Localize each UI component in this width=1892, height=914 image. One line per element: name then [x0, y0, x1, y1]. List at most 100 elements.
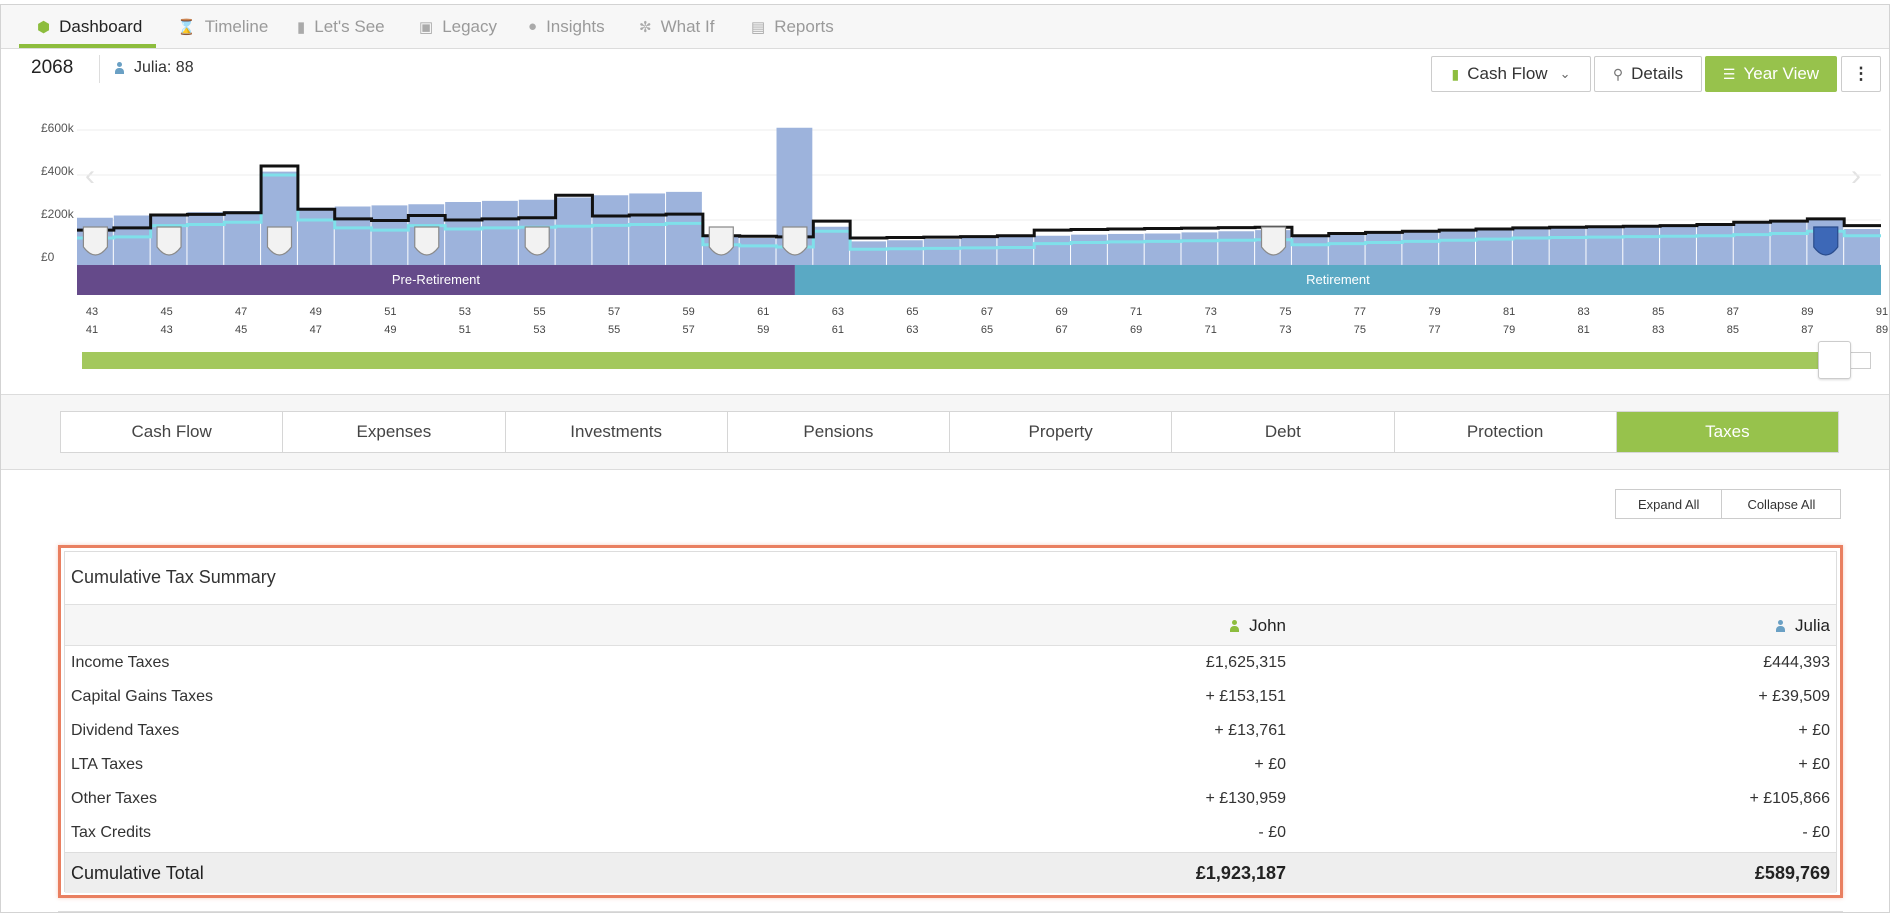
- tab-protection[interactable]: Protection: [1393, 412, 1616, 452]
- chart-bar: [371, 205, 408, 265]
- row-label: Income Taxes: [71, 654, 170, 671]
- age-tick-john: 59: [683, 306, 695, 318]
- chart-bar: [1402, 232, 1439, 265]
- nav-legacy-label: Legacy: [442, 16, 498, 36]
- lightbulb-icon: ●: [528, 18, 538, 35]
- age-tick-john: 75: [1279, 306, 1291, 318]
- chart-bar: [1512, 229, 1549, 265]
- nav-reports[interactable]: ▤ Reports: [751, 5, 834, 48]
- age-tick-julia: 55: [608, 324, 620, 336]
- julia-value: + £0: [1798, 722, 1830, 739]
- chart-bar: [481, 200, 518, 265]
- event-marker: [414, 226, 440, 256]
- panel-title: Cumulative Tax Summary: [71, 567, 276, 587]
- tab-expenses[interactable]: Expenses: [282, 412, 504, 452]
- age-tick-julia: 71: [1205, 324, 1217, 336]
- cube-icon: ⬢: [37, 18, 51, 36]
- table-row: Income Taxes £1,625,315 £444,393: [65, 646, 1836, 680]
- chart-bar: [1144, 233, 1181, 265]
- age-tick-john: 89: [1801, 306, 1813, 318]
- selected-year: 2068: [31, 57, 74, 78]
- chart-bar: [886, 240, 923, 265]
- nav-dashboard[interactable]: ⬢ Dashboard: [18, 5, 157, 48]
- total-row: Cumulative Total £1,923,187 £589,769: [65, 852, 1836, 893]
- age-tick-john: 47: [235, 306, 247, 318]
- age-tick-julia: 43: [160, 324, 172, 336]
- age-tick-john: 67: [981, 306, 993, 318]
- age-tick-julia: 79: [1503, 324, 1515, 336]
- person-icon: [1776, 620, 1786, 632]
- age-tick-john: 49: [310, 306, 322, 318]
- year-slider-handle[interactable]: [1818, 341, 1851, 379]
- event-marker: [266, 226, 293, 256]
- john-value: £1,625,315: [1205, 654, 1286, 671]
- age-tick-john: 55: [533, 306, 545, 318]
- age-tick-john: 73: [1205, 306, 1217, 318]
- nav-what-if[interactable]: ✼ What If: [639, 5, 714, 48]
- expand-collapse-group: Expand All Collapse All: [1615, 489, 1842, 519]
- age-tick-julia: 45: [235, 324, 247, 336]
- tax-summary-panel: Cumulative Tax Summary John Julia Income…: [64, 551, 1837, 893]
- tab-pensions[interactable]: Pensions: [726, 412, 949, 452]
- row-label: Tax Credits: [71, 824, 152, 841]
- table-row: Dividend Taxes + £13,761 + £0: [65, 714, 1836, 748]
- tab-taxes[interactable]: Taxes: [1615, 412, 1838, 452]
- nav-lets-see[interactable]: ▮ Let's See: [297, 5, 385, 48]
- tab-cash-flow[interactable]: Cash Flow: [61, 412, 282, 452]
- julia-value: + £0: [1798, 756, 1830, 773]
- search-icon: ⚲: [1612, 65, 1624, 82]
- age-tick-john: 57: [608, 306, 620, 318]
- chart-bar: [1107, 233, 1144, 265]
- chart-bar: [666, 191, 702, 265]
- chart-bar: [1733, 222, 1770, 265]
- chart-bar: [960, 238, 997, 265]
- age-tick-julia: 41: [86, 324, 98, 336]
- julia-value: - £0: [1802, 824, 1830, 841]
- vertical-dots-icon[interactable]: ⋮: [1841, 56, 1881, 92]
- nav-insights[interactable]: ● Insights: [528, 5, 605, 48]
- chart-bar: [1696, 223, 1733, 265]
- age-tick-julia: 61: [832, 324, 844, 336]
- section-tabs: Cash Flow Expenses Investments Pensions …: [60, 411, 1839, 453]
- nav-timeline[interactable]: ⌛ Timeline: [177, 5, 268, 48]
- nav-legacy[interactable]: ▣ Legacy: [419, 5, 497, 48]
- event-marker: [782, 226, 808, 256]
- tab-property[interactable]: Property: [949, 412, 1171, 452]
- age-tick-john: 91: [1876, 306, 1888, 318]
- age-tick-julia: 47: [310, 324, 322, 336]
- nav-what-if-label: What If: [660, 16, 715, 36]
- age-tick-john: 61: [757, 306, 769, 318]
- julia-value: + £39,509: [1758, 688, 1830, 705]
- age-tick-julia: 69: [1130, 324, 1142, 336]
- bar-chart-icon: ▮: [1451, 65, 1460, 82]
- julia-value: £444,393: [1763, 654, 1830, 671]
- year-view-button[interactable]: ☰ Year View: [1705, 56, 1837, 92]
- nav-insights-label: Insights: [546, 16, 605, 36]
- col-header-julia: Julia: [1776, 616, 1830, 636]
- chart-bar: [1549, 227, 1586, 265]
- chart-bar: [850, 241, 886, 265]
- event-marker: [156, 226, 182, 256]
- collapse-all-button[interactable]: Collapse All: [1721, 490, 1840, 518]
- col-header-julia-label: Julia: [1795, 616, 1830, 635]
- tab-investments[interactable]: Investments: [504, 412, 727, 452]
- chart-bar: [1770, 221, 1807, 265]
- year-slider-track[interactable]: [82, 352, 1826, 369]
- table-row: Other Taxes + £130,959 + £105,866: [65, 782, 1836, 816]
- table-row: LTA Taxes + £0 + £0: [65, 748, 1836, 782]
- cashflow-dropdown[interactable]: ▮ Cash Flow ⌄: [1431, 56, 1591, 92]
- person-age-badge: Julia: 88: [115, 59, 194, 77]
- age-tick-julia: 59: [757, 324, 769, 336]
- tab-debt[interactable]: Debt: [1171, 412, 1393, 452]
- person-icon: [115, 62, 124, 74]
- john-value: + £13,761: [1214, 722, 1286, 739]
- age-tick-john: 79: [1428, 306, 1440, 318]
- chart-bar: [187, 212, 224, 265]
- chart-bar: [1439, 231, 1476, 265]
- chart-bar: [1660, 224, 1696, 265]
- john-value: + £153,151: [1205, 688, 1286, 705]
- age-tick-julia: 57: [683, 324, 695, 336]
- details-button[interactable]: ⚲ Details: [1594, 56, 1702, 92]
- age-tick-john: 77: [1354, 306, 1366, 318]
- expand-all-button[interactable]: Expand All: [1616, 490, 1721, 518]
